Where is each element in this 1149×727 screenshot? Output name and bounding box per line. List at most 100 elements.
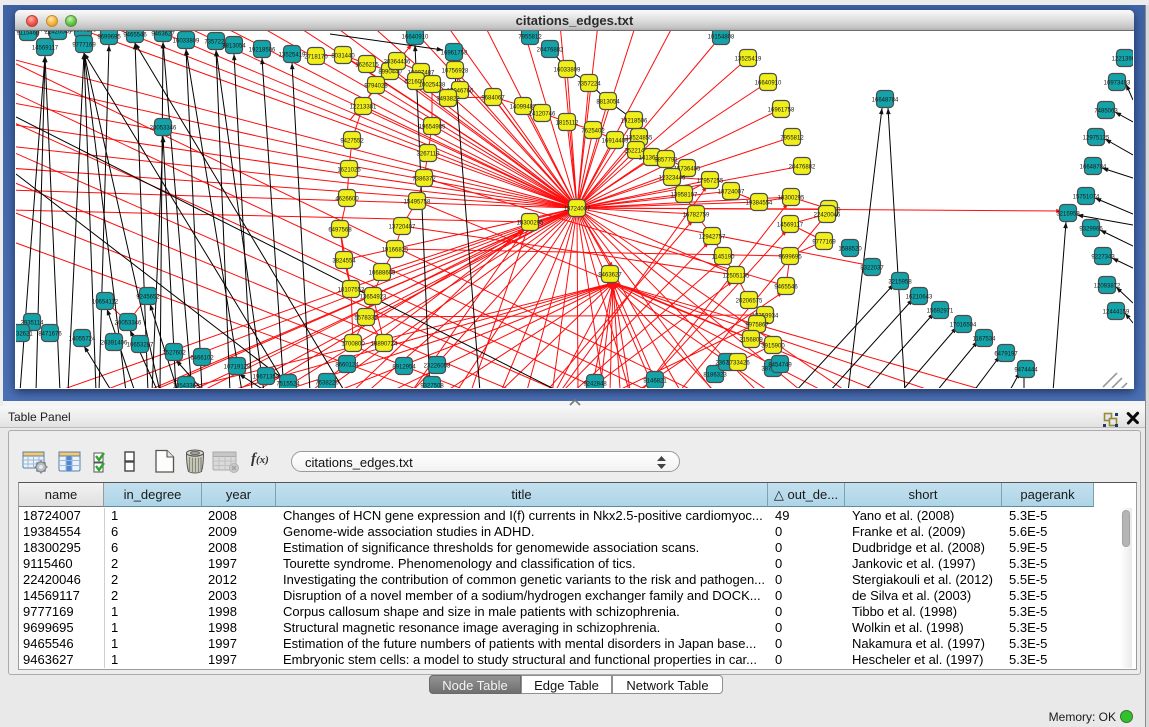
svg-text:5578332: 5578332 — [354, 316, 378, 322]
svg-text:9463627: 9463627 — [598, 273, 622, 279]
svg-text:3215958: 3215958 — [888, 280, 912, 286]
svg-text:18724007: 18724007 — [564, 207, 591, 213]
svg-text:23226058: 23226058 — [424, 364, 451, 370]
svg-text:10653287: 10653287 — [127, 343, 154, 349]
svg-text:9146821: 9146821 — [643, 379, 667, 385]
svg-text:13958107: 13958107 — [671, 193, 698, 199]
svg-text:13525419: 13525419 — [279, 53, 306, 59]
svg-text:14569117: 14569117 — [777, 223, 804, 229]
svg-text:9777169: 9777169 — [812, 240, 836, 246]
svg-text:7386372: 7386372 — [412, 177, 436, 183]
svg-text:1588520: 1588520 — [838, 247, 862, 253]
svg-text:18300295: 18300295 — [778, 196, 805, 202]
svg-text:10025438: 10025438 — [419, 83, 446, 89]
svg-text:15495758: 15495758 — [404, 200, 431, 206]
svg-text:22420046: 22420046 — [814, 213, 841, 219]
svg-text:10154808: 10154808 — [708, 35, 735, 41]
svg-text:8813054: 8813054 — [222, 44, 246, 50]
svg-text:1700800: 1700800 — [341, 342, 365, 348]
svg-text:18300295: 18300295 — [70, 31, 97, 34]
svg-text:12444159: 12444159 — [1103, 310, 1130, 316]
svg-text:7955812: 7955812 — [780, 136, 804, 142]
svg-text:16640910: 16640910 — [755, 81, 782, 87]
svg-text:9227343: 9227343 — [1091, 255, 1115, 261]
svg-text:9245652: 9245652 — [136, 295, 160, 301]
svg-text:10973493: 10973493 — [1104, 81, 1131, 87]
svg-text:7638220: 7638220 — [315, 381, 339, 387]
svg-text:17957255: 17957255 — [697, 179, 724, 185]
svg-text:13524855: 13524855 — [626, 136, 653, 142]
svg-text:15692971: 15692971 — [927, 309, 954, 315]
svg-text:1167534: 1167534 — [973, 337, 997, 343]
svg-text:18890724: 18890724 — [371, 342, 398, 348]
svg-text:16648784: 16648784 — [1080, 165, 1107, 171]
svg-text:9857791: 9857791 — [654, 158, 678, 164]
svg-text:20053346: 20053346 — [150, 126, 177, 132]
svg-text:20476882: 20476882 — [789, 165, 816, 171]
svg-text:12975125: 12975125 — [1083, 136, 1110, 142]
svg-text:19384554: 19384554 — [746, 201, 773, 207]
svg-text:12942757: 12942757 — [699, 235, 726, 241]
svg-text:8186323: 8186323 — [703, 373, 727, 379]
svg-text:14569117: 14569117 — [32, 46, 59, 52]
svg-text:16640910: 16640910 — [402, 35, 429, 41]
svg-text:10719128: 10719128 — [224, 365, 251, 371]
svg-text:20053346: 20053346 — [115, 321, 142, 327]
svg-text:20364436: 20364436 — [384, 60, 411, 66]
svg-text:16210643: 16210643 — [906, 295, 933, 301]
svg-text:3267110: 3267110 — [417, 152, 441, 158]
svg-text:12213381: 12213381 — [350, 105, 377, 111]
svg-text:17016504: 17016504 — [950, 323, 977, 329]
svg-text:8322037: 8322037 — [860, 266, 884, 272]
svg-text:18724007: 18724007 — [718, 190, 745, 196]
svg-text:7515524: 7515524 — [276, 382, 300, 388]
svg-text:2718170: 2718170 — [304, 55, 328, 61]
svg-text:7632621: 7632621 — [16, 332, 33, 338]
svg-text:8660124: 8660124 — [335, 363, 359, 369]
svg-text:9794028: 9794028 — [364, 84, 388, 90]
svg-text:22420046: 22420046 — [45, 31, 72, 36]
svg-text:19654985: 19654985 — [419, 125, 446, 131]
svg-text:10654112: 10654112 — [92, 300, 119, 306]
svg-text:9474444: 9474444 — [1014, 368, 1038, 374]
svg-text:10756928: 10756928 — [442, 69, 469, 75]
svg-text:7357224: 7357224 — [577, 82, 601, 88]
svg-text:9684067: 9684067 — [481, 96, 505, 102]
svg-text:6466102: 6466102 — [190, 356, 214, 362]
svg-text:3215958: 3215958 — [1056, 212, 1080, 218]
svg-text:10107552: 10107552 — [338, 288, 365, 294]
svg-text:13654923: 13654923 — [360, 295, 387, 301]
svg-text:16033809: 16033809 — [173, 39, 200, 45]
svg-text:6479197: 6479197 — [994, 352, 1018, 358]
svg-text:8813054: 8813054 — [596, 100, 620, 106]
svg-text:9465546: 9465546 — [123, 33, 147, 39]
svg-text:7955812: 7955812 — [518, 35, 542, 41]
svg-text:14120746: 14120746 — [529, 112, 556, 118]
svg-text:9777169: 9777169 — [72, 43, 96, 49]
svg-text:13720407: 13720407 — [389, 225, 416, 231]
svg-text:19218506: 19218506 — [249, 48, 276, 54]
svg-text:16961758: 16961758 — [768, 108, 795, 114]
svg-text:1527602: 1527602 — [162, 351, 186, 357]
svg-text:20391406: 20391406 — [101, 341, 128, 347]
svg-text:9463627: 9463627 — [151, 32, 175, 38]
svg-text:2156809: 2156809 — [739, 338, 763, 344]
svg-text:12093872: 12093872 — [1094, 284, 1121, 290]
svg-text:19218506: 19218506 — [621, 119, 648, 125]
svg-text:1145190: 1145190 — [712, 255, 736, 261]
svg-text:10543362: 10543362 — [173, 384, 200, 389]
svg-text:9465546: 9465546 — [774, 285, 798, 291]
svg-text:9427552: 9427552 — [340, 139, 364, 145]
svg-text:16782759: 16782759 — [683, 213, 710, 219]
svg-text:15751074: 15751074 — [1073, 195, 1100, 201]
svg-text:9327508: 9327508 — [420, 384, 444, 389]
svg-text:1621025: 1621025 — [337, 168, 361, 174]
svg-text:20476882: 20476882 — [537, 48, 564, 54]
svg-text:8912954: 8912954 — [392, 365, 416, 371]
svg-text:3915900: 3915900 — [761, 344, 785, 350]
svg-text:7625402: 7625402 — [581, 129, 605, 135]
svg-text:13525419: 13525419 — [735, 57, 762, 63]
svg-text:8454749: 8454749 — [768, 363, 792, 369]
svg-text:9975867: 9975867 — [745, 323, 769, 329]
svg-text:19671358: 19671358 — [253, 375, 280, 381]
